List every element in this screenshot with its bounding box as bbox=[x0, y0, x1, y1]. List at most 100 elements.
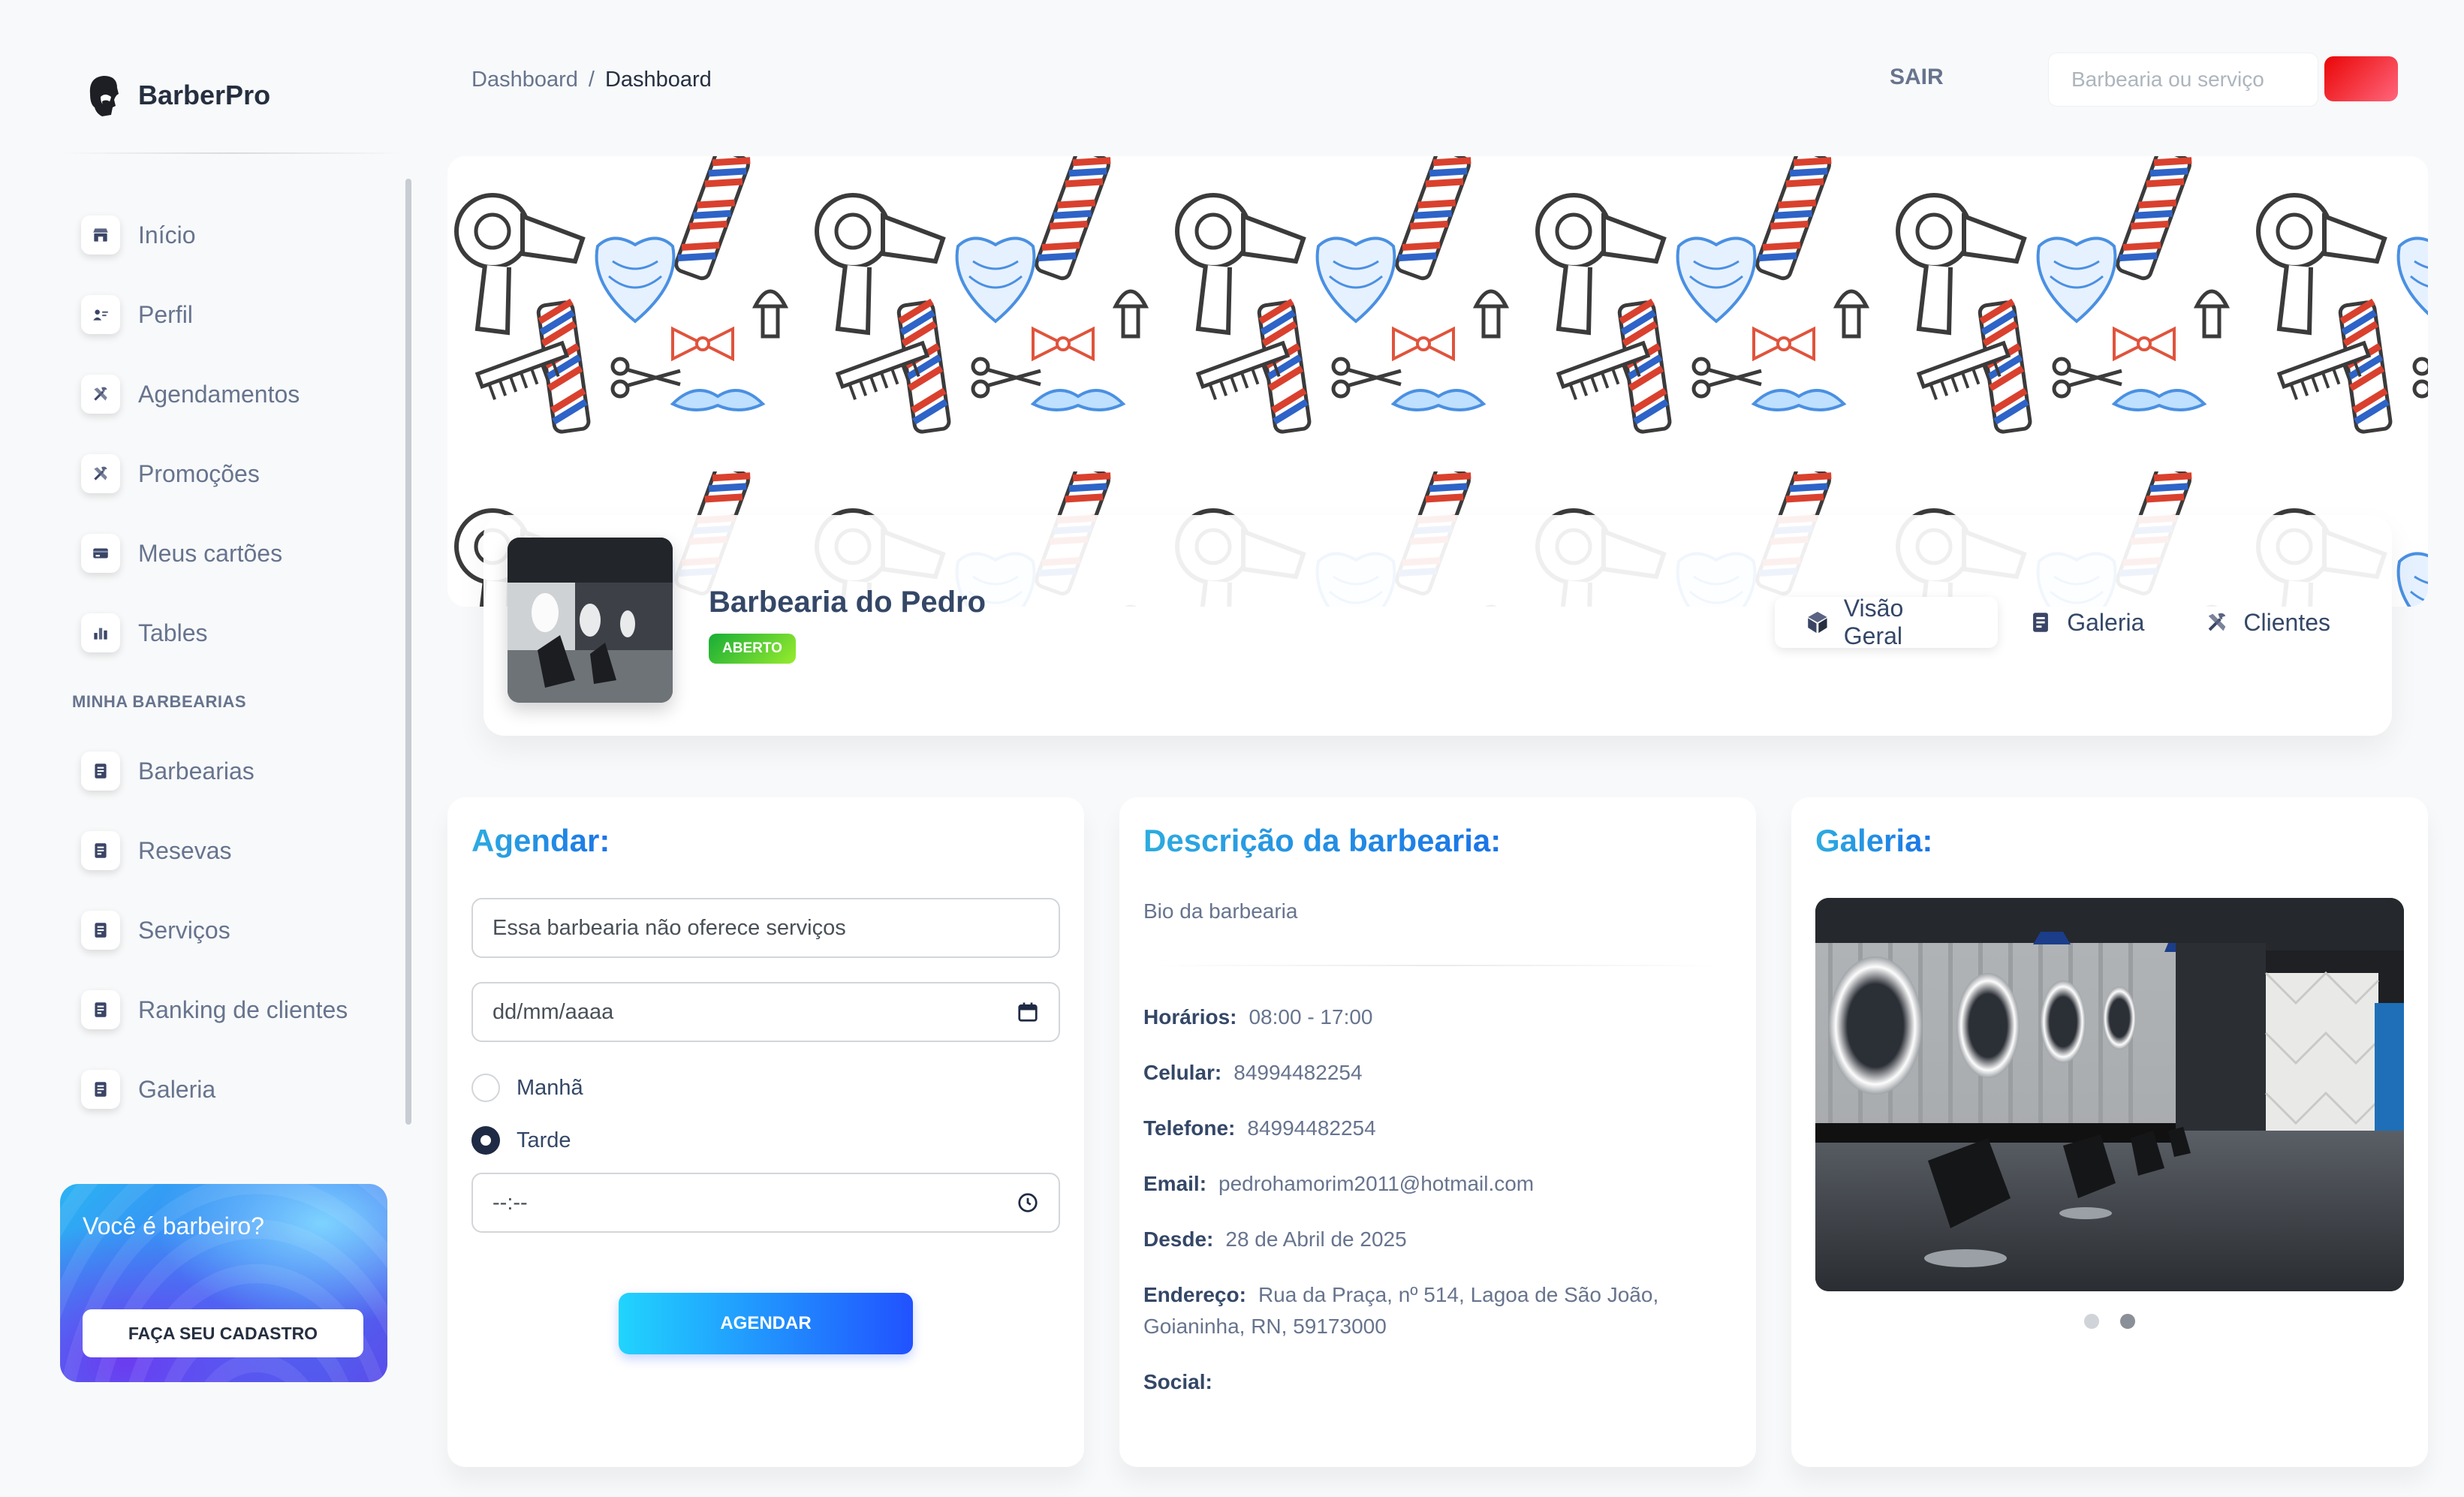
description-title: Descrição da barbearia: bbox=[1143, 823, 1502, 858]
breadcrumb-current: Dashboard bbox=[604, 68, 712, 92]
shop-icon bbox=[81, 215, 120, 255]
tools-icon bbox=[81, 454, 120, 493]
sidebar-item-agendamentos[interactable]: Agendamentos bbox=[81, 354, 396, 434]
sidebar-item-meus-cartoes[interactable]: Meus cartões bbox=[81, 514, 396, 593]
carousel-dot[interactable] bbox=[2084, 1314, 2099, 1329]
gallery-carousel-image[interactable] bbox=[1815, 898, 2404, 1291]
document-icon bbox=[81, 911, 120, 950]
time-input[interactable]: --:-- bbox=[471, 1173, 1060, 1233]
sidebar-item-galeria[interactable]: Galeria bbox=[81, 1050, 396, 1129]
carousel-dot-active[interactable] bbox=[2120, 1314, 2135, 1329]
sidebar-item-label: Barbearias bbox=[138, 757, 255, 785]
signup-button[interactable]: FAÇA SEU CADASTRO bbox=[83, 1309, 363, 1357]
shift-morning-option[interactable]: Manhã bbox=[471, 1074, 583, 1102]
shift-afternoon-label: Tarde bbox=[517, 1128, 571, 1152]
sidebar-item-label: Ranking de clientes bbox=[138, 995, 348, 1023]
shift-morning-label: Manhã bbox=[517, 1075, 583, 1100]
sidebar-item-label: Início bbox=[138, 221, 196, 248]
document-icon bbox=[2033, 613, 2049, 632]
info-mobile: Celular: 84994482254 bbox=[1143, 1057, 1732, 1089]
sidebar-item-label: Promoções bbox=[138, 459, 260, 487]
sidebar-item-label: Meus cartões bbox=[138, 539, 283, 567]
sidebar-item-label: Perfil bbox=[138, 300, 193, 328]
carousel-indicators bbox=[1791, 1314, 2428, 1329]
cube-icon bbox=[1808, 611, 1827, 634]
document-icon bbox=[81, 1070, 120, 1109]
schedule-title: Agendar: bbox=[471, 823, 610, 858]
credit-card-icon bbox=[81, 534, 120, 573]
shift-afternoon-option[interactable]: Tarde bbox=[471, 1126, 571, 1155]
info-label: Celular: bbox=[1143, 1061, 1222, 1084]
info-value: 08:00 - 17:00 bbox=[1249, 1005, 1373, 1029]
sidebar: BarberPro Início Perfil Agendamentos Pro… bbox=[45, 45, 420, 1471]
info-email: Email: pedrohamorim2011@hotmail.com bbox=[1143, 1168, 1732, 1200]
shop-bio: Bio da barbearia bbox=[1143, 899, 1298, 923]
tools-icon bbox=[2209, 613, 2226, 631]
barber-signup-card: Você é barbeiro? FAÇA SEU CADASTRO bbox=[60, 1184, 387, 1382]
signup-card-title: Você é barbeiro? bbox=[83, 1212, 264, 1239]
sidebar-item-label: Serviços bbox=[138, 916, 230, 944]
document-icon bbox=[81, 831, 120, 870]
schedule-submit-button[interactable]: AGENDAR bbox=[619, 1293, 913, 1354]
breadcrumb-separator: / bbox=[588, 68, 595, 92]
description-card: Descrição da barbearia: Bio da barbearia… bbox=[1119, 797, 1756, 1467]
search-button[interactable] bbox=[2324, 56, 2398, 101]
logout-link[interactable]: SAIR bbox=[1890, 65, 1944, 90]
breadcrumb: Dashboard / Dashboard bbox=[471, 68, 712, 92]
sidebar-item-inicio[interactable]: Início bbox=[81, 195, 396, 275]
brand-name: BarberPro bbox=[138, 80, 271, 110]
sidebar-section-title: MINHA BARBEARIAS bbox=[72, 692, 247, 711]
time-input-value: --:-- bbox=[492, 1190, 528, 1215]
tab-label: Galeria bbox=[2067, 608, 2145, 636]
sidebar-item-promocoes[interactable]: Promoções bbox=[81, 434, 396, 514]
shop-profile-card: Barbearia do Pedro ABERTO Visão Geral Ga… bbox=[483, 515, 2392, 736]
sidebar-scrollbar[interactable] bbox=[405, 179, 411, 1125]
sidebar-item-perfil[interactable]: Perfil bbox=[81, 275, 396, 354]
info-label: Horários: bbox=[1143, 1005, 1237, 1029]
sidebar-item-label: Agendamentos bbox=[138, 380, 300, 408]
info-label: Email: bbox=[1143, 1172, 1207, 1195]
shop-avatar bbox=[508, 538, 673, 703]
shop-name: Barbearia do Pedro bbox=[709, 586, 987, 619]
tools-icon bbox=[81, 375, 120, 414]
sidebar-item-tables[interactable]: Tables bbox=[81, 593, 396, 673]
sidebar-item-label: Tables bbox=[138, 619, 208, 646]
tab-galeria[interactable]: Galeria bbox=[1998, 597, 2174, 648]
document-icon bbox=[81, 990, 120, 1029]
info-label: Endereço: bbox=[1143, 1283, 1246, 1306]
barber-logo-icon bbox=[89, 76, 119, 116]
profile-tabs: Visão Geral Galeria Clientes bbox=[1775, 595, 2360, 649]
info-label: Telefone: bbox=[1143, 1116, 1236, 1140]
shift-morning-radio[interactable] bbox=[471, 1074, 500, 1102]
tab-clientes[interactable]: Clientes bbox=[2174, 597, 2360, 648]
date-input[interactable]: dd/mm/aaaa bbox=[471, 982, 1060, 1042]
sidebar-item-label: Galeria bbox=[138, 1075, 216, 1103]
sidebar-item-label: Resevas bbox=[138, 836, 232, 864]
shop-info-list: Horários: 08:00 - 17:00 Celular: 849944822… bbox=[1143, 1002, 1732, 1422]
sidebar-nav: Início Perfil Agendamentos Promoções Meu… bbox=[72, 195, 396, 1129]
info-label: Social: bbox=[1143, 1370, 1212, 1393]
info-label: Desde: bbox=[1143, 1227, 1214, 1251]
sidebar-item-servicos[interactable]: Serviços bbox=[81, 890, 396, 970]
document-icon bbox=[81, 752, 120, 791]
sidebar-item-ranking[interactable]: Ranking de clientes bbox=[81, 970, 396, 1050]
sidebar-item-barbearias[interactable]: Barbearias bbox=[81, 731, 396, 811]
info-social: Social: bbox=[1143, 1366, 1732, 1398]
service-select[interactable]: Essa barbearia não oferece serviços bbox=[471, 898, 1060, 958]
brand[interactable]: BarberPro bbox=[83, 71, 270, 119]
sidebar-item-resevas[interactable]: Resevas bbox=[81, 811, 396, 890]
search-input[interactable] bbox=[2048, 53, 2318, 107]
info-value: 84994482254 bbox=[1247, 1116, 1376, 1140]
schedule-card: Agendar: Essa barbearia não oferece serv… bbox=[447, 797, 1084, 1467]
date-input-value: dd/mm/aaaa bbox=[492, 999, 614, 1024]
gallery-title: Galeria: bbox=[1815, 823, 1933, 858]
calendar-icon[interactable] bbox=[1017, 1001, 1039, 1023]
clock-icon[interactable] bbox=[1017, 1191, 1039, 1214]
breadcrumb-link[interactable]: Dashboard bbox=[471, 68, 578, 92]
info-value: 84994482254 bbox=[1234, 1061, 1363, 1084]
tab-visao-geral[interactable]: Visão Geral bbox=[1775, 595, 1999, 649]
info-value: 28 de Abril de 2025 bbox=[1225, 1227, 1407, 1251]
shift-afternoon-radio[interactable] bbox=[471, 1126, 500, 1155]
gallery-card: Galeria: bbox=[1791, 797, 2428, 1467]
info-value: pedrohamorim2011@hotmail.com bbox=[1218, 1172, 1535, 1195]
